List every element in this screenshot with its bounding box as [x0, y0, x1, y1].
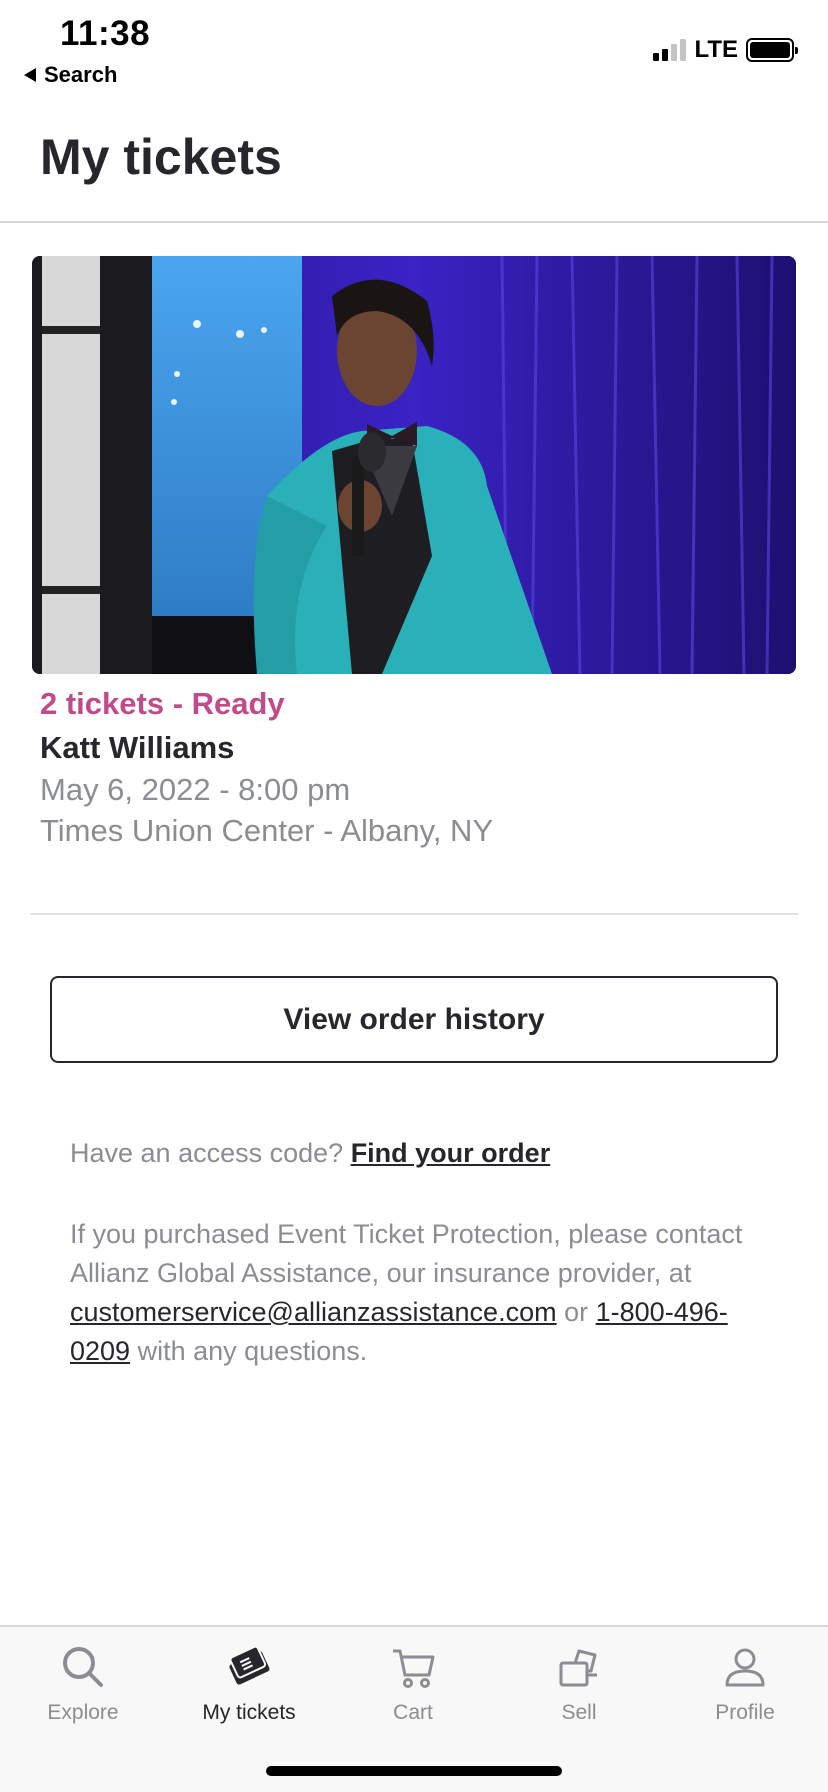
tab-explore[interactable]: Explore: [0, 1627, 166, 1747]
protection-suffix: with any questions.: [137, 1336, 368, 1366]
tab-label: Explore: [47, 1701, 119, 1724]
status-bar: 11:38 Search LTE: [0, 0, 828, 92]
ticket-status: 2 tickets - Ready: [40, 686, 285, 721]
or-text: or: [564, 1297, 589, 1327]
signal-icon: [653, 39, 687, 61]
event-date: May 6, 2022 - 8:00 pm: [40, 772, 351, 807]
tab-cart[interactable]: Cart: [330, 1627, 496, 1747]
profile-icon: [725, 1648, 765, 1687]
card-divider: [30, 913, 798, 915]
find-your-order-link[interactable]: Find your order: [351, 1138, 551, 1168]
access-code-prompt: Have an access code?: [70, 1138, 344, 1168]
event-venue: Times Union Center - Albany, NY: [40, 813, 494, 848]
tab-label: Cart: [393, 1701, 433, 1724]
view-order-history-button[interactable]: View order history: [50, 976, 778, 1063]
network-label: LTE: [694, 36, 738, 63]
performer-photo: [32, 256, 796, 674]
email-link[interactable]: customerservice@allianzassistance.com: [70, 1297, 557, 1327]
tab-label: My tickets: [202, 1701, 296, 1724]
status-time: 11:38: [60, 14, 151, 53]
tab-my-tickets[interactable]: My tickets: [166, 1627, 332, 1747]
back-arrow-icon: [24, 68, 36, 82]
tab-profile[interactable]: Profile: [662, 1627, 828, 1747]
event-name[interactable]: Katt Williams: [40, 730, 234, 766]
search-icon: [63, 1647, 103, 1687]
sell-icon: [559, 1649, 597, 1687]
back-label: Search: [44, 62, 118, 87]
home-indicator: [266, 1766, 562, 1776]
event-image[interactable]: [32, 256, 796, 674]
tab-label: Profile: [715, 1701, 775, 1724]
ticket-icon: [229, 1645, 270, 1685]
battery-icon: [746, 38, 798, 62]
page-title: My tickets: [40, 129, 282, 185]
protection-text: If you purchased Event Ticket Protection…: [70, 1219, 743, 1288]
back-to-search-button[interactable]: Search: [24, 62, 117, 88]
protection-info: If you purchased Event Ticket Protection…: [70, 1215, 770, 1371]
tab-sell[interactable]: Sell: [496, 1627, 662, 1747]
screen: 11:38 Search LTE My tickets 2 tickets - …: [0, 0, 828, 1792]
status-indicators: LTE: [653, 36, 798, 64]
cart-icon: [393, 1649, 435, 1688]
header-divider: [0, 221, 828, 223]
access-code-line: Have an access code? Find your order: [70, 1138, 550, 1169]
tab-label: Sell: [561, 1701, 597, 1724]
